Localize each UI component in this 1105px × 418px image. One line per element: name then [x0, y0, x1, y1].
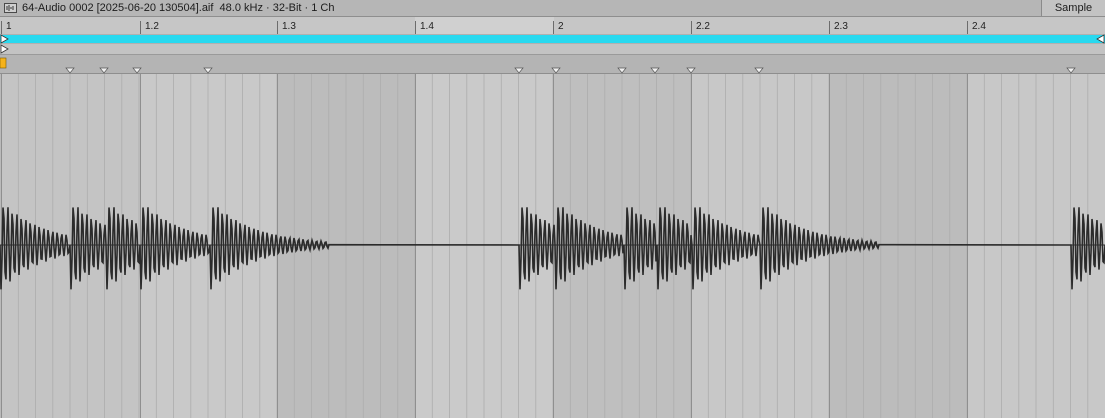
ruler-label: 2.4: [972, 21, 986, 32]
ruler-label: 1.3: [282, 21, 296, 32]
loop-region[interactable]: [0, 35, 1105, 43]
beat-time-ruler[interactable]: 1 1.2 1.3 1.4 2 2.2 2.3 2.4: [0, 17, 1105, 34]
ruler-label: 2.2: [696, 21, 710, 32]
clip-header: 64-Audio 0002 [2025-06-20 130504].aif 48…: [0, 0, 1105, 17]
warp-marker-lane[interactable]: [0, 55, 1105, 74]
ruler-label: 1: [6, 21, 12, 32]
ruler-label: 2.3: [834, 21, 848, 32]
loop-brace[interactable]: [0, 34, 1105, 44]
sample-button[interactable]: Sample: [1041, 0, 1105, 16]
ruler-label: 1.4: [420, 21, 434, 32]
ruler-label: 1.2: [145, 21, 159, 32]
waveform-display[interactable]: [0, 74, 1105, 418]
ruler-label: 2: [558, 21, 564, 32]
audio-file-icon: [4, 3, 17, 13]
start-marker-icon[interactable]: [0, 57, 7, 69]
marker-row[interactable]: [0, 44, 1105, 55]
ruler-graphic[interactable]: 1 1.2 1.3 1.4 2 2.2 2.3 2.4: [0, 17, 1105, 34]
clip-file-title: 64-Audio 0002 [2025-06-20 130504].aif 48…: [22, 2, 335, 14]
